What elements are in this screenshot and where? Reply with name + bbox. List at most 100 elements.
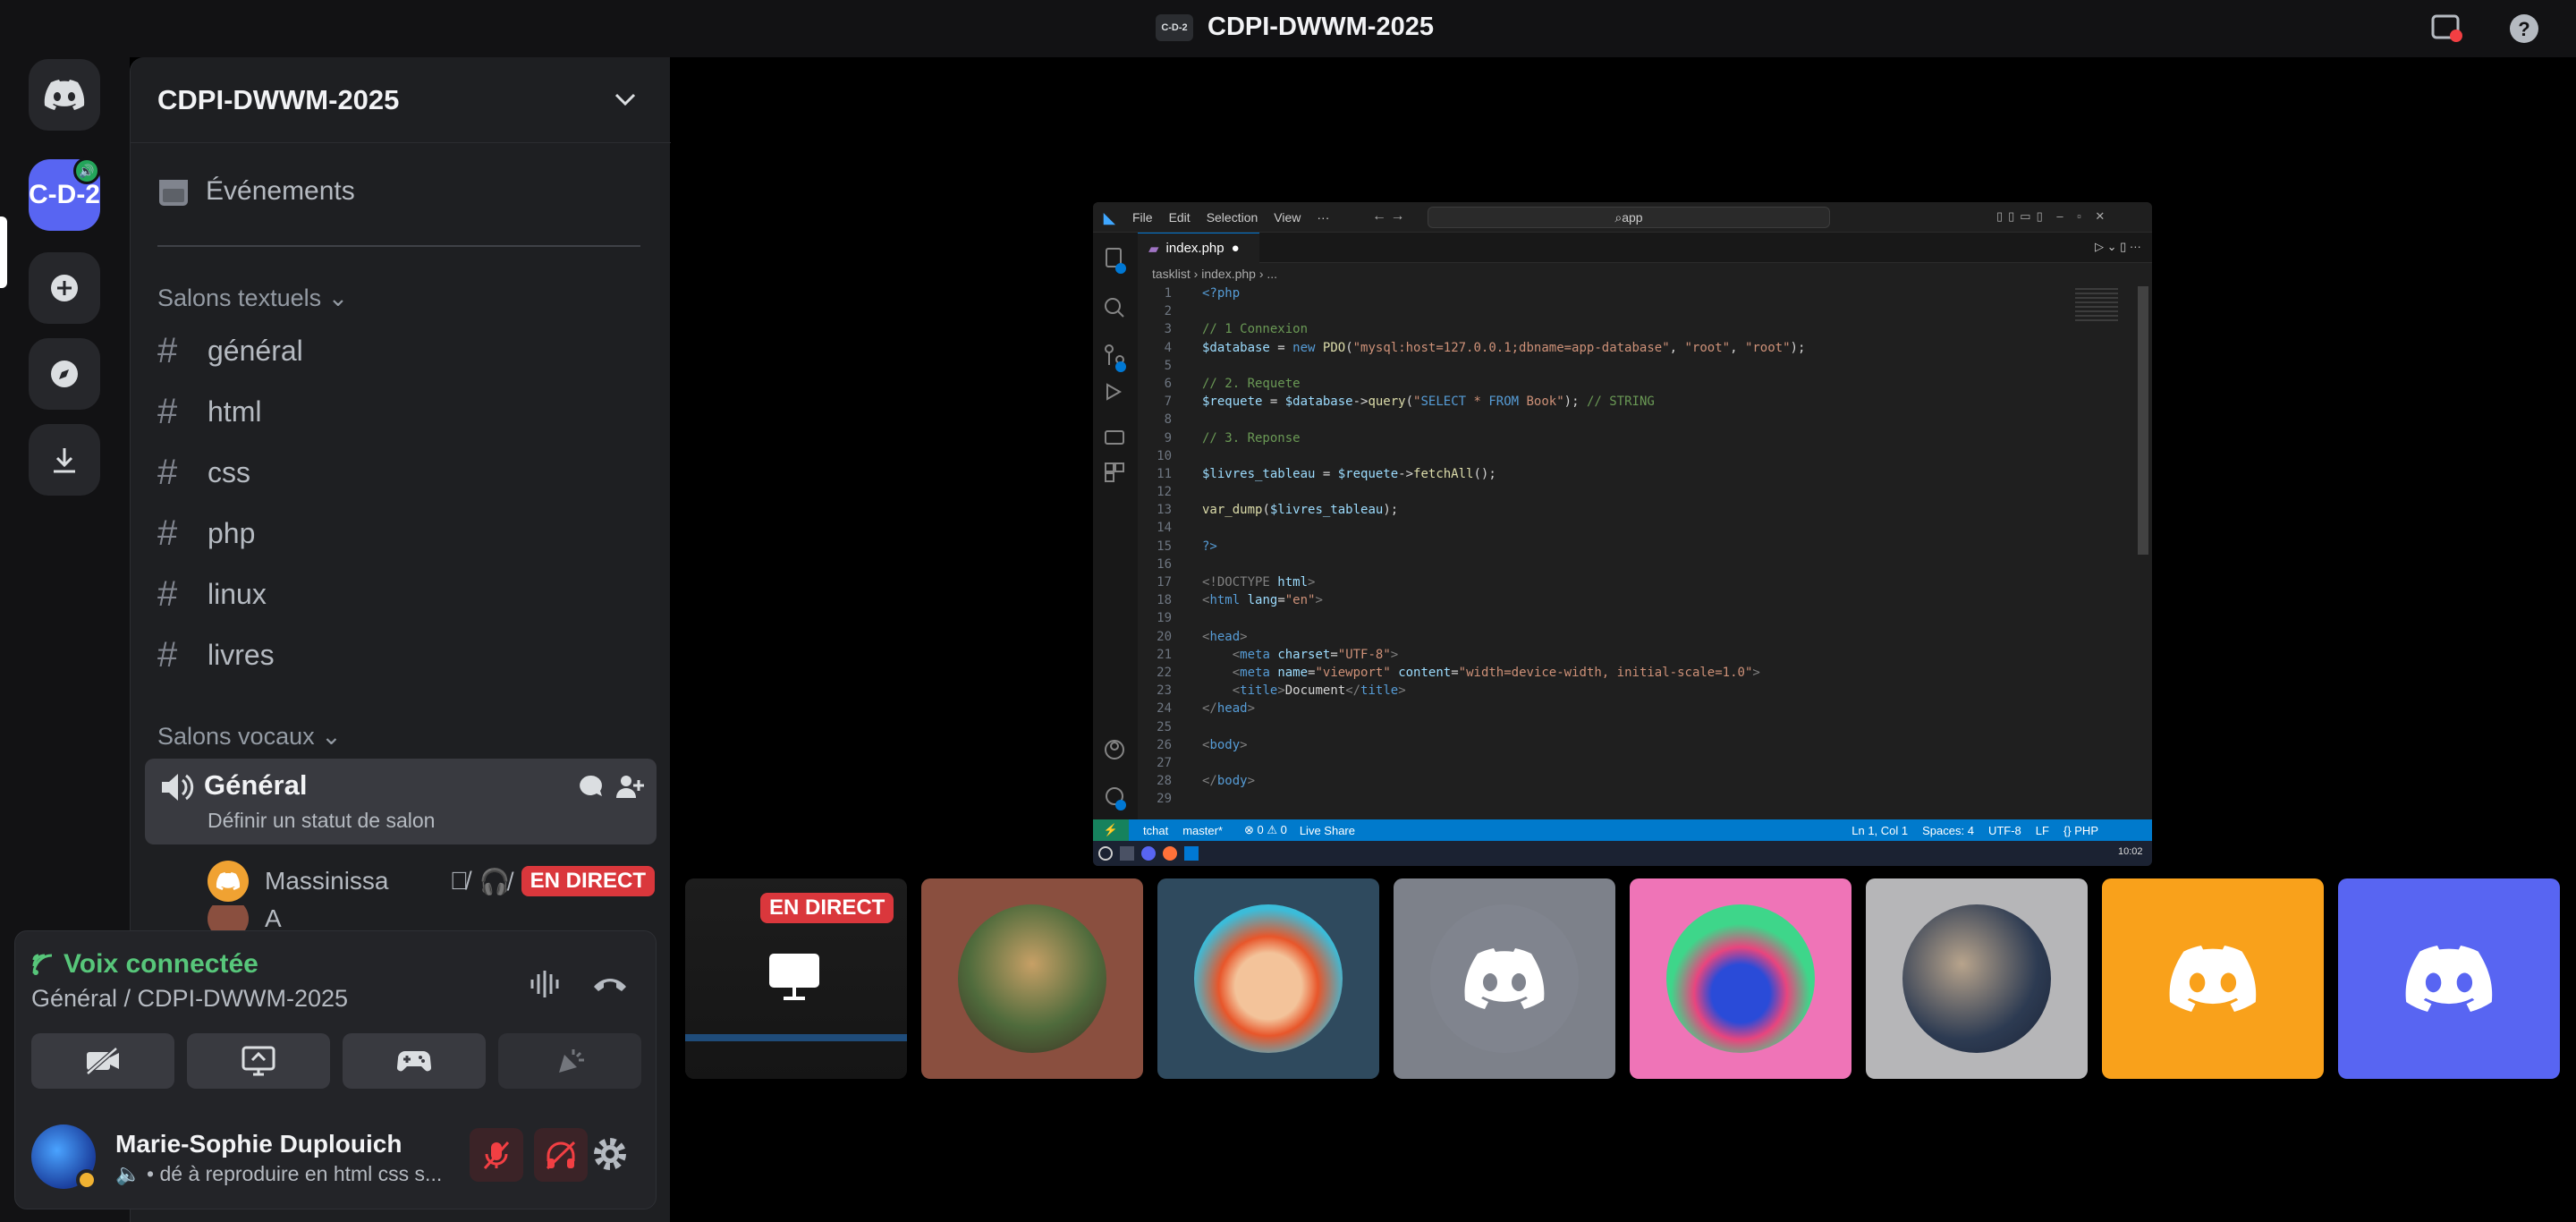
remote-icon[interactable]: ⚡: [1093, 819, 1129, 841]
tile-participant-7[interactable]: [2338, 878, 2560, 1079]
disconnect-icon[interactable]: [591, 971, 629, 1002]
tile-participant-5[interactable]: [1866, 878, 2088, 1079]
editor-scrollbar[interactable]: [2138, 286, 2148, 555]
tile-participant-2[interactable]: [1157, 878, 1379, 1079]
events-link[interactable]: Événements: [157, 175, 355, 208]
monitor-icon: [767, 952, 821, 1006]
chevron-down-icon[interactable]: [614, 91, 637, 112]
camera-off-button[interactable]: [31, 1033, 174, 1089]
tile-self-stream[interactable]: EN DIRECT: [685, 878, 907, 1079]
activities-button[interactable]: [343, 1033, 486, 1089]
tile-participant-4[interactable]: [1630, 878, 1852, 1079]
channel-php[interactable]: # php: [157, 506, 640, 560]
svg-text:?: ?: [2518, 18, 2529, 40]
headphones-muted-icon: [546, 1141, 576, 1170]
os-taskbar: 10:02: [1093, 841, 2152, 866]
signal-icon: [32, 954, 53, 975]
channel-linux[interactable]: # linux: [157, 567, 640, 621]
muted-mic-icon: 🎙̸: [449, 867, 469, 895]
active-server-indicator: [0, 216, 7, 288]
discord-home-button[interactable]: [29, 59, 100, 131]
text-category[interactable]: Salons textuels ⌄: [157, 284, 348, 312]
divider: [157, 245, 640, 247]
tile-participant-1[interactable]: [921, 878, 1143, 1079]
voice-location[interactable]: Général / CDPI-DWWM-2025: [31, 985, 348, 1013]
channel-html[interactable]: # html: [157, 385, 640, 438]
hash-icon: #: [157, 330, 178, 370]
status-branch[interactable]: master*: [1182, 824, 1223, 837]
menu-view[interactable]: View: [1274, 210, 1301, 225]
tab-index-php[interactable]: ▰ index.php ●: [1138, 233, 1259, 263]
vscode-search[interactable]: ⌕ app: [1428, 207, 1830, 228]
tile-participant-6[interactable]: [2102, 878, 2324, 1079]
voice-connection-panel: Voix connectée Général / CDPI-DWWM-2025 …: [14, 930, 657, 1209]
status-tchat[interactable]: tchat: [1143, 824, 1168, 837]
user-avatar[interactable]: [31, 1124, 97, 1191]
live-badge: EN DIRECT: [521, 866, 655, 896]
code-editor[interactable]: 1 <?php 2 3// 1 Connexion 4 $database = ne…: [1147, 284, 2131, 808]
taskbar-apps[interactable]: [1098, 846, 1199, 861]
discord-logo-icon: [2169, 946, 2257, 1012]
channel-name: linux: [208, 577, 267, 610]
run-icon[interactable]: ▷ ⌄ ▯ ···: [2095, 240, 2141, 254]
deafened-icon: 🎧̸: [479, 867, 511, 895]
chat-icon[interactable]: [578, 773, 605, 804]
status-liveshare[interactable]: Live Share: [1300, 824, 1355, 837]
download-button[interactable]: [29, 424, 100, 496]
channel-livres[interactable]: # livres: [157, 628, 640, 682]
tile-participant-3[interactable]: [1394, 878, 1615, 1079]
current-user-status: 🔈 • dé à reproduire en html css s...: [115, 1162, 442, 1186]
channel-css[interactable]: # css: [157, 446, 640, 499]
text-category-label: Salons textuels: [157, 284, 322, 311]
status-language[interactable]: {} PHP: [2063, 824, 2098, 837]
unmute-button[interactable]: [470, 1128, 523, 1182]
server-header[interactable]: CDPI-DWWM-2025: [131, 57, 671, 143]
voice-category[interactable]: Salons vocaux ⌄: [157, 723, 342, 751]
status-spaces[interactable]: Spaces: 4: [1922, 824, 1974, 837]
status-encoding[interactable]: UTF-8: [1988, 824, 2021, 837]
voice-connected-status[interactable]: Voix connectée: [31, 949, 258, 980]
voice-status-placeholder[interactable]: Définir un statut de salon: [208, 809, 435, 833]
menu-selection[interactable]: Selection: [1207, 210, 1258, 225]
server-cdpi[interactable]: C-D-2 🔊: [29, 157, 100, 231]
invite-icon[interactable]: [615, 773, 644, 804]
menu-file[interactable]: File: [1132, 210, 1153, 225]
settings-gear-icon[interactable]: [591, 1135, 629, 1177]
add-server-button[interactable]: [29, 252, 100, 324]
voice-user[interactable]: A: [208, 905, 655, 932]
soundboard-button[interactable]: [498, 1033, 641, 1089]
status-eol[interactable]: LF: [2036, 824, 2049, 837]
voice-channel-general[interactable]: Général Définir un statut de salon: [145, 759, 657, 844]
server-label: C-D-2: [29, 180, 100, 209]
php-file-icon: ▰: [1148, 241, 1159, 257]
speaker-icon: [159, 771, 195, 808]
vscode-logo-icon: ◣: [1104, 211, 1115, 226]
vscode-statusbar: ⚡ tchat master* ⊗ 0 ⚠ 0 Live Share Ln 1,…: [1093, 819, 2152, 841]
voice-user-name: A: [265, 905, 282, 932]
inbox-icon[interactable]: [2431, 13, 2463, 43]
taskbar-clock: 10:02: [2118, 846, 2143, 857]
menu-more[interactable]: ···: [1317, 210, 1329, 225]
channel-name: css: [208, 455, 250, 488]
undeafen-button[interactable]: [534, 1128, 588, 1182]
menu-edit[interactable]: Edit: [1169, 210, 1191, 225]
preview-bar: [685, 1034, 907, 1041]
status-problems[interactable]: ⊗ 0 ⚠ 0: [1244, 823, 1287, 837]
window-title: CDPI-DWWM-2025: [1208, 13, 1434, 41]
status-cursor[interactable]: Ln 1, Col 1: [1852, 824, 1908, 837]
speaker-icon: 🔈: [115, 1162, 141, 1185]
nav-arrows[interactable]: ← →: [1372, 208, 1404, 225]
voice-user[interactable]: Massinissa 🎙̸ 🎧̸ EN DIRECT: [208, 857, 655, 905]
channel-name: général: [208, 334, 303, 367]
shared-screen[interactable]: ◣ File Edit Selection View ··· ← → ⌕ app…: [1093, 202, 2152, 866]
voice-user-name: Massinissa: [265, 867, 389, 895]
discord-logo-icon: [2405, 946, 2493, 1012]
noise-suppression-icon[interactable]: [527, 969, 563, 1004]
help-icon[interactable]: ?: [2508, 13, 2540, 45]
channel-general[interactable]: # général: [157, 324, 640, 378]
editor-tabs: ▰ index.php ● ▷ ⌄ ▯ ···: [1138, 233, 2152, 263]
screen-share-button[interactable]: [187, 1033, 330, 1089]
window-controls[interactable]: ▯▯▭▯ – ▫ ✕: [1996, 209, 2110, 224]
avatar: [1902, 904, 2051, 1053]
explore-button[interactable]: [29, 338, 100, 410]
